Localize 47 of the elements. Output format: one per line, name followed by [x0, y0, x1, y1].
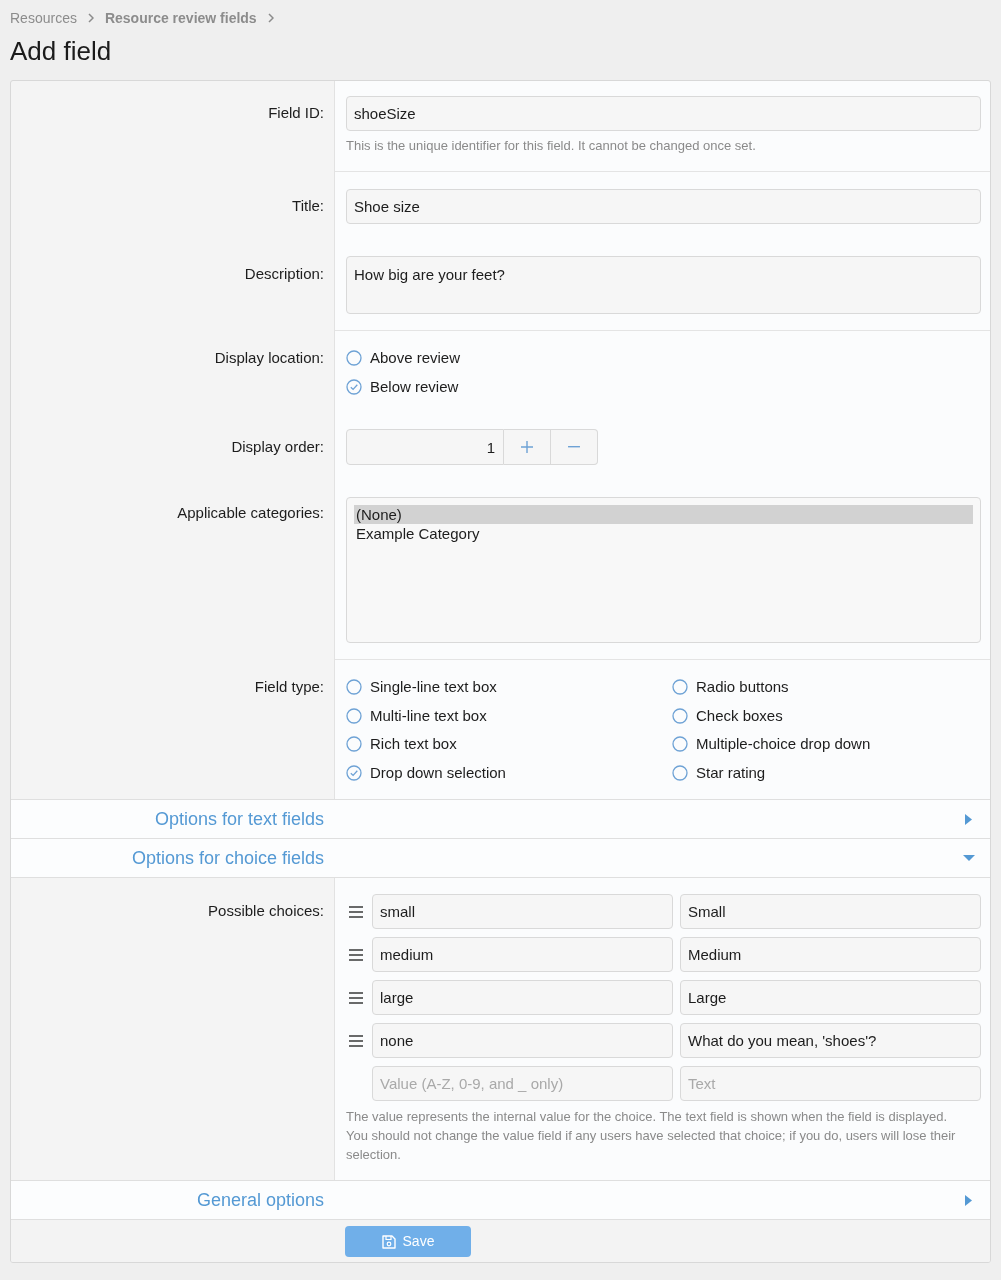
field-hint: This is the unique identifier for this field. It cannot be changed once set.: [346, 137, 757, 155]
radio-option[interactable]: Single-line text box: [346, 677, 497, 697]
choice-text-field[interactable]: Text: [680, 1066, 981, 1102]
field-label: Description:: [243, 264, 324, 284]
input-field[interactable]: shoeSize: [346, 96, 981, 131]
field-label: Field ID:: [267, 103, 324, 123]
textarea-field[interactable]: How big are your feet?: [346, 256, 981, 314]
field-label: Field type:: [253, 677, 324, 697]
choice-text-field[interactable]: What do you mean, 'shoes'?: [680, 1023, 981, 1059]
drag-handle-icon[interactable]: [349, 1034, 363, 1047]
choice-text-field[interactable]: Medium: [680, 937, 981, 973]
drag-handle-icon[interactable]: [349, 948, 363, 961]
field-label: Title:: [291, 196, 324, 216]
field-label: Display order:: [230, 437, 324, 457]
choice-text-field[interactable]: Small: [680, 894, 981, 930]
choice-value-field[interactable]: small: [372, 894, 673, 930]
choice-value-field[interactable]: Value (A-Z, 0-9, and _ only): [372, 1066, 673, 1102]
radio-option[interactable]: Drop down selection: [346, 763, 506, 784]
plus-icon: [521, 441, 533, 453]
number-field[interactable]: 1: [346, 429, 504, 465]
radio-option[interactable]: Check boxes: [672, 705, 783, 726]
save-icon: [381, 1234, 396, 1249]
choice-value-field[interactable]: medium: [372, 937, 673, 973]
radio-option[interactable]: Radio buttons: [672, 677, 789, 697]
radio-option[interactable]: Below review: [346, 377, 459, 397]
minus-icon: [568, 446, 580, 448]
radio-option[interactable]: Above review: [346, 348, 461, 368]
chevron-right-icon: [267, 13, 274, 23]
field-hint: The value represents the internal value for the choice. The text field is shown when the field is displayed. You should not change the value field if any users have selected that choice; if you do, users will lose their selection.: [346, 1108, 957, 1165]
choice-text-field[interactable]: Large: [680, 980, 981, 1016]
chevron-right-icon: [87, 13, 94, 23]
radio-option[interactable]: Multiple-choice drop down: [672, 734, 871, 755]
choice-value-field[interactable]: none: [372, 1023, 673, 1059]
choice-value-field[interactable]: large: [372, 980, 673, 1016]
radio-option[interactable]: Star rating: [672, 763, 766, 784]
radio-option[interactable]: Multi-line text box: [346, 705, 487, 726]
category-listbox[interactable]: (None) Example Category: [346, 497, 981, 643]
drag-handle-icon[interactable]: [349, 905, 363, 918]
field-label: Applicable categories:: [176, 503, 324, 523]
input-field[interactable]: Shoe size: [346, 189, 981, 224]
drag-handle-icon[interactable]: [349, 991, 363, 1004]
radio-option[interactable]: Rich text box: [346, 734, 457, 755]
page-title: Add field: [9, 35, 113, 67]
field-label: Possible choices:: [207, 901, 324, 922]
field-label: Display location:: [213, 348, 324, 368]
category-option[interactable]: (None): [354, 505, 973, 524]
category-option[interactable]: Example Category: [354, 524, 973, 543]
